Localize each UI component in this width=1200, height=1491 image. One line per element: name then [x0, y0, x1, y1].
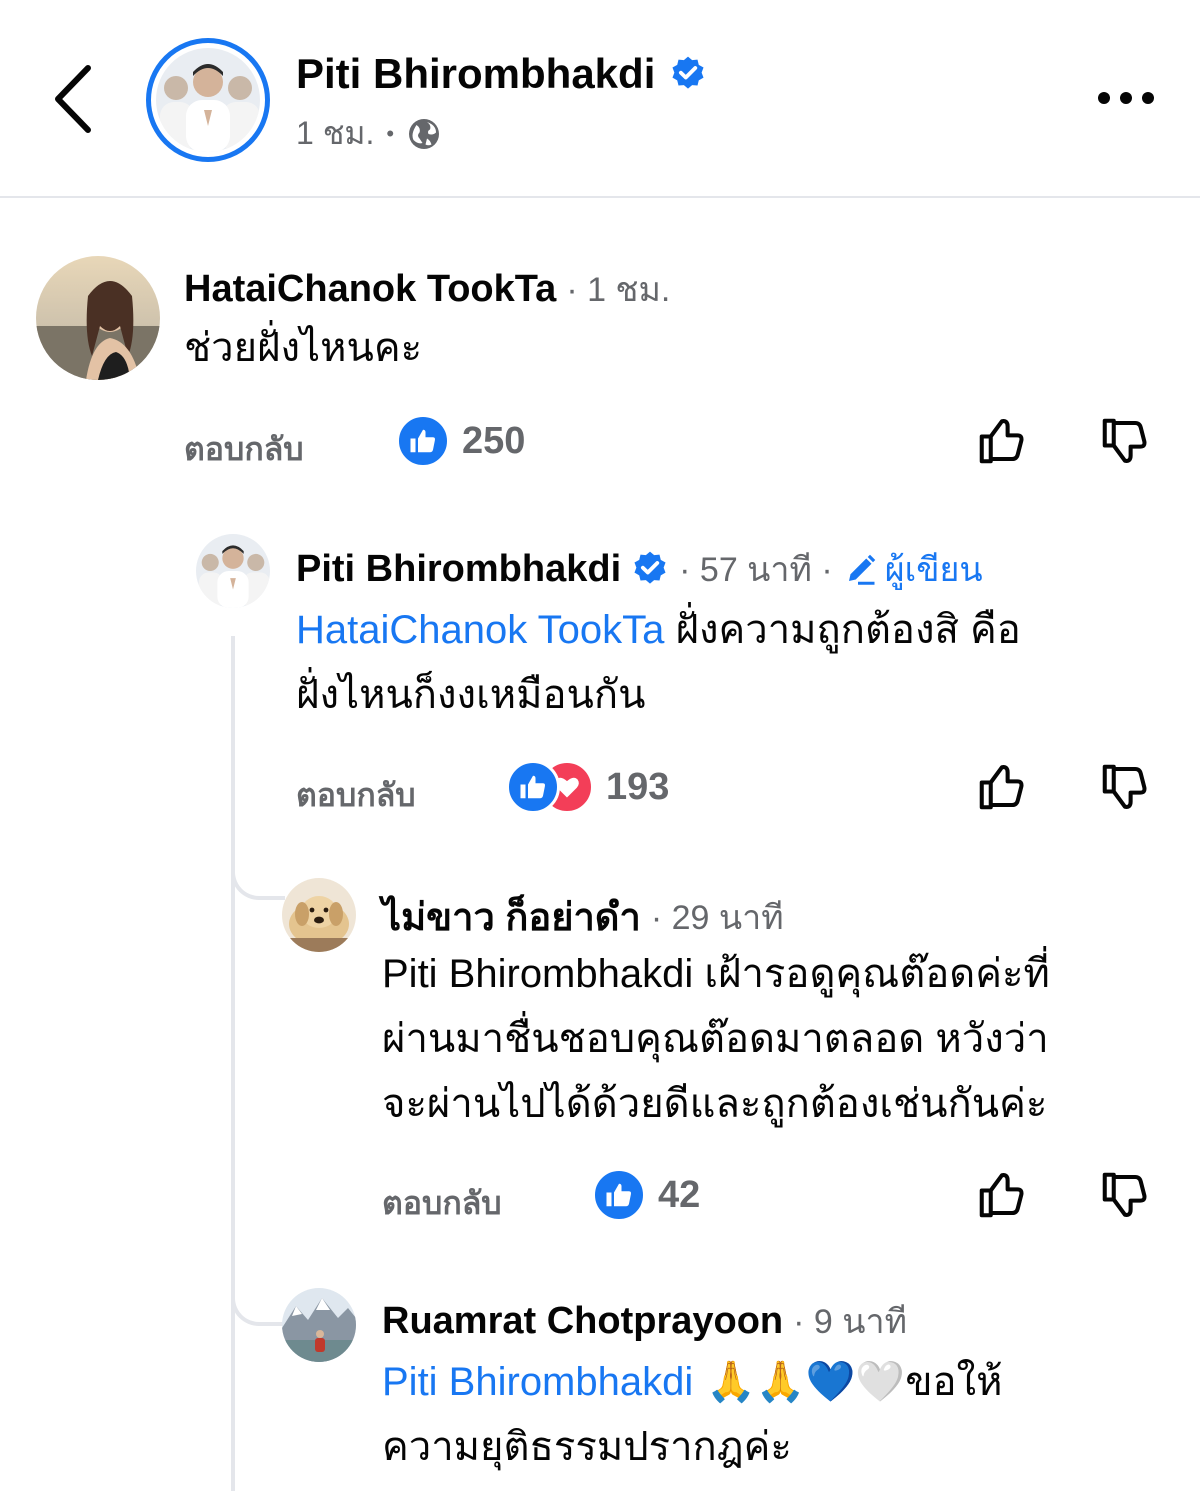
reply-button[interactable]: ตอบกลับ — [296, 770, 416, 821]
comment-text-line: ฝั่งความถูกต้องสิ คือ — [664, 608, 1021, 652]
reaction-summary[interactable]: 42 — [592, 1168, 700, 1222]
avatar[interactable] — [282, 1288, 356, 1362]
comment-author-row: ไม่ขาว ก็อย่าดำ · 29 นาที — [382, 886, 784, 947]
comment-text-line: ขอให้ — [905, 1360, 1003, 1404]
verified-badge-icon — [634, 551, 666, 584]
page-name[interactable]: Piti Bhirombhakdi — [296, 50, 655, 98]
pencil-icon — [848, 554, 875, 585]
author-badge: ผู้เขียน — [843, 542, 983, 596]
post-meta: 1 ชม. • — [296, 108, 442, 159]
page-avatar[interactable] — [146, 38, 270, 162]
meta-separator: • — [386, 120, 395, 146]
reply-button[interactable]: ตอบกลับ — [184, 424, 304, 475]
comment-author[interactable]: Ruamrat Chotprayoon — [382, 1300, 783, 1343]
emoji-sequence: 🙏🙏💙🤍 — [693, 1359, 906, 1405]
comment-time: · 9 นาที — [793, 1303, 908, 1341]
mention-link[interactable]: HataiChanok TookTa — [296, 608, 664, 652]
comment-text-line: ผ่านมาชื่นชอบคุณต๊อดมาตลอด หวังว่า — [382, 1017, 1049, 1061]
avatar[interactable] — [36, 256, 160, 380]
comment-text-line: ฝั่งไหนก็งงเหมือนกัน — [296, 673, 646, 717]
page-title[interactable]: Piti Bhirombhakdi — [296, 50, 707, 98]
comment-author-row: Ruamrat Chotprayoon · 9 นาที — [382, 1294, 907, 1348]
comment-time: · 57 นาที · — [679, 551, 833, 589]
reaction-summary[interactable]: 250 — [396, 414, 525, 468]
author-badge-label: ผู้เขียน — [884, 551, 983, 589]
comment-author-row: HataiChanok TookTa · 1 ชม. — [184, 262, 670, 316]
like-reaction-icon — [396, 414, 450, 468]
avatar[interactable] — [282, 878, 356, 952]
comment-text-line: Piti Bhirombhakdi เฝ้ารอดูคุณต๊อดค่ะที่ — [382, 952, 1050, 996]
reaction-count: 250 — [462, 419, 526, 462]
comment-author[interactable]: HataiChanok TookTa — [184, 268, 556, 311]
comment-text: HataiChanok TookTa ฝั่งความถูกต้องสิ คือ… — [296, 598, 1021, 728]
thread-connector — [231, 830, 285, 900]
thumbs-up-outline-icon[interactable] — [975, 1168, 1029, 1222]
mention-link[interactable]: Piti Bhirombhakdi — [382, 1360, 693, 1404]
thumbs-down-outline-icon[interactable] — [1098, 414, 1152, 468]
reaction-count: 193 — [606, 765, 670, 808]
thread-line — [231, 636, 235, 1491]
thumbs-up-outline-icon[interactable] — [975, 414, 1029, 468]
reaction-summary[interactable]: 193 — [506, 760, 669, 814]
post-header: Piti Bhirombhakdi 1 ชม. • — [0, 0, 1200, 198]
thumbs-down-outline-icon[interactable] — [1098, 760, 1152, 814]
like-reaction-icon — [592, 1168, 646, 1222]
comment-time: · 29 นาที — [650, 898, 784, 937]
reaction-count: 42 — [658, 1173, 701, 1216]
comment-author-row: Piti Bhirombhakdi · 57 นาที · ผู้เขียน — [296, 542, 983, 596]
verified-badge-icon — [672, 56, 704, 89]
comment-text: Piti Bhirombhakdi 🙏🙏💙🤍ขอให้ ความยุติธรรม… — [382, 1350, 1002, 1480]
comment-text-line: จะผ่านไปได้ด้วยดีและถูกต้องเช่นกันค่ะ — [382, 1082, 1048, 1126]
more-dots-icon[interactable] — [1094, 86, 1158, 110]
globe-icon — [409, 118, 440, 149]
back-chevron-icon[interactable] — [50, 62, 96, 136]
reply-button[interactable]: ตอบกลับ — [382, 1178, 502, 1229]
comment-author[interactable]: Piti Bhirombhakdi — [296, 548, 621, 591]
comment-time: · 1 ชม. — [566, 271, 671, 309]
like-reaction-icon — [506, 760, 560, 814]
post-time[interactable]: 1 ชม. — [296, 108, 374, 159]
thumbs-up-outline-icon[interactable] — [975, 760, 1029, 814]
comment-text: Piti Bhirombhakdi เฝ้ารอดูคุณต๊อดค่ะที่ … — [382, 942, 1050, 1137]
thread-connector — [231, 1236, 285, 1326]
thumbs-down-outline-icon[interactable] — [1098, 1168, 1152, 1222]
comment-text: ช่วยฝั่งไหนคะ — [184, 326, 423, 370]
comment-author[interactable]: ไม่ขาว ก็อย่าดำ — [382, 886, 641, 947]
avatar[interactable] — [196, 534, 270, 608]
comment-text-line: ความยุติธรรมปรากฎค่ะ — [382, 1425, 792, 1469]
